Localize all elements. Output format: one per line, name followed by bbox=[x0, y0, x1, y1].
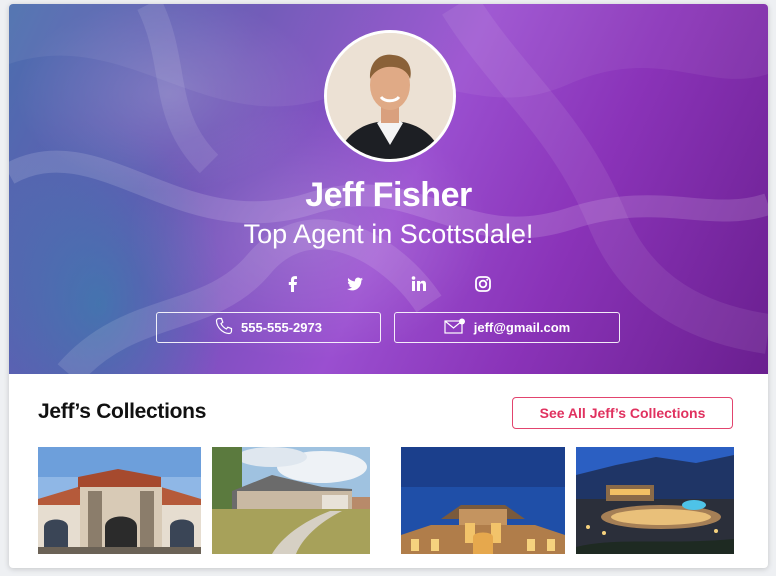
email-button[interactable]: jeff@gmail.com bbox=[394, 312, 620, 343]
phone-button[interactable]: 555-555-2973 bbox=[156, 312, 381, 343]
twitter-icon[interactable] bbox=[345, 274, 365, 294]
phone-icon bbox=[215, 317, 233, 338]
email-address: jeff@gmail.com bbox=[473, 320, 571, 335]
agent-profile-card: Jeff Fisher Top Agent in Scottsdale! 555… bbox=[9, 4, 768, 568]
night-villa-photo[interactable] bbox=[401, 447, 565, 554]
mediterranean-house-photo[interactable] bbox=[38, 447, 201, 554]
linkedin-icon[interactable] bbox=[409, 274, 429, 294]
hillside-estate-photo[interactable] bbox=[576, 447, 734, 554]
suburban-house-photo[interactable] bbox=[212, 447, 370, 554]
collections-title: Jeff’s Collections bbox=[38, 400, 207, 423]
agent-avatar bbox=[324, 30, 456, 162]
agent-tagline: Top Agent in Scottsdale! bbox=[243, 219, 534, 249]
profile-hero-banner: Jeff Fisher Top Agent in Scottsdale! 555… bbox=[9, 4, 768, 374]
phone-number: 555-555-2973 bbox=[241, 320, 322, 335]
mail-icon bbox=[444, 318, 466, 337]
facebook-icon[interactable] bbox=[283, 274, 303, 294]
instagram-icon[interactable] bbox=[473, 274, 493, 294]
see-all-collections-button[interactable]: See All Jeff’s Collections bbox=[512, 397, 733, 429]
agent-name: Jeff Fisher bbox=[305, 176, 472, 214]
